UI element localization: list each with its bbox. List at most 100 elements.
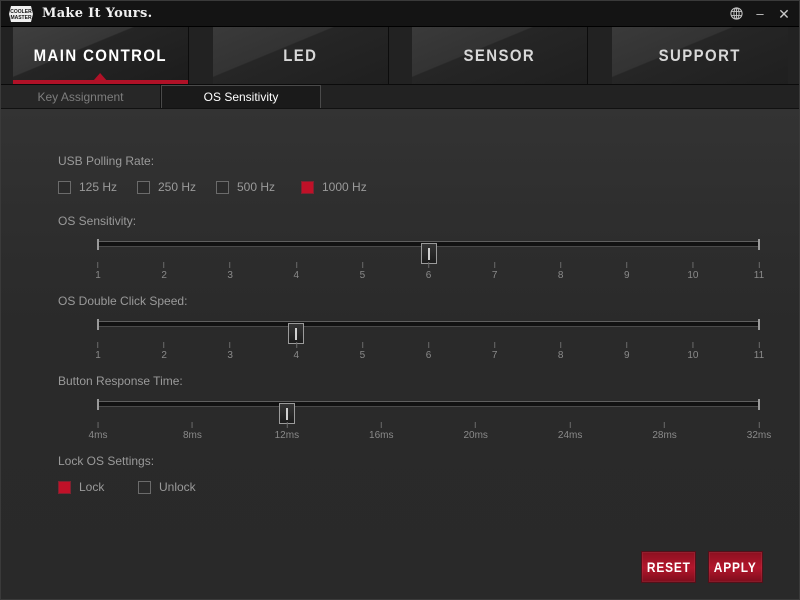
slider-tick-label: 4 [293, 350, 300, 361]
window-controls: – ✕ [725, 3, 795, 25]
checkbox-250hz[interactable] [137, 180, 150, 194]
slider-tick-mark [560, 342, 562, 348]
sub-tab-bar: Key Assignment OS Sensitivity [1, 85, 799, 109]
polling-option-125-label: 125 Hz [79, 180, 118, 194]
os-sensitivity-handle[interactable] [420, 243, 437, 264]
slider-tick-label: 11 [753, 350, 765, 361]
slider-tick-mark [560, 262, 562, 268]
button-response-time-handle[interactable] [278, 403, 295, 424]
slider-tick-label: 4ms [88, 430, 108, 441]
slider-tick: 4ms [88, 422, 108, 441]
checkbox-lock[interactable] [58, 480, 71, 494]
slider-tick-label: 10 [687, 350, 699, 361]
os-sensitivity-section: OS Sensitivity: 1 2 3 4 5 6 7 8 9 10 11 [58, 214, 764, 281]
slider-tick-mark [97, 342, 99, 348]
double-click-speed-track[interactable] [97, 319, 760, 344]
slider-tick-mark [428, 342, 429, 348]
tab-support-label: SUPPORT [658, 45, 741, 65]
tab-sensor[interactable]: SENSOR [411, 27, 588, 84]
double-click-speed-label: OS Double Click Speed: [58, 294, 188, 308]
application-window: COOLER MASTER Make It Yours. – ✕ MAIN CO… [0, 0, 800, 600]
button-response-time-slider[interactable]: 4ms 8ms 12ms 16ms 20ms 24ms 28ms 32ms [58, 392, 771, 441]
slider-tick-mark [361, 262, 363, 268]
polling-option-1000[interactable]: 1000 Hz [301, 180, 367, 194]
slider-tick-mark [758, 422, 760, 428]
slider-tick-mark [692, 262, 694, 268]
slider-tick-label: 16ms [369, 430, 394, 441]
close-button[interactable]: ✕ [773, 3, 795, 25]
slider-tick-mark [475, 422, 477, 428]
checkbox-unlock[interactable] [138, 480, 151, 494]
polling-option-500-label: 500 Hz [237, 180, 276, 194]
slider-tick-mark [758, 262, 760, 268]
subtab-key-assignment[interactable]: Key Assignment [1, 85, 161, 108]
tab-main-control[interactable]: MAIN CONTROL [12, 27, 189, 84]
subtab-os-sensitivity[interactable]: OS Sensitivity [161, 85, 321, 108]
slider-tick: 20ms [463, 422, 488, 441]
slider-tick-label: 1 [95, 270, 101, 281]
slider-tick-label: 2 [161, 350, 167, 361]
tab-support[interactable]: SUPPORT [611, 27, 788, 84]
minimize-button[interactable]: – [749, 3, 771, 25]
track-cap-right [758, 239, 760, 250]
svg-text:MASTER: MASTER [10, 15, 32, 21]
os-sensitivity-slider[interactable]: 1 2 3 4 5 6 7 8 9 10 11 [58, 232, 764, 281]
checkbox-125hz[interactable] [58, 180, 71, 194]
action-buttons: RESET APPLY [641, 551, 763, 583]
os-sensitivity-label: OS Sensitivity: [58, 214, 137, 228]
slider-tick: 1 [95, 262, 101, 281]
track-cap-left [97, 319, 99, 330]
unlock-option-label: Unlock [159, 480, 196, 494]
slider-tick: 8ms [183, 422, 202, 441]
apply-button[interactable]: APPLY [708, 551, 763, 583]
app-title: Make It Yours. [42, 6, 153, 21]
slider-tick-mark [163, 342, 165, 348]
tab-led[interactable]: LED [212, 27, 389, 84]
slider-tick: 9 [624, 342, 630, 361]
slider-tick-label: 7 [491, 270, 498, 281]
slider-tick: 3 [227, 262, 233, 281]
os-sensitivity-ticks: 1 2 3 4 5 6 7 8 9 10 11 [95, 262, 764, 282]
slider-tick-mark [286, 422, 288, 428]
lock-option[interactable]: Lock [58, 480, 138, 494]
slider-tick-label: 8 [557, 270, 564, 281]
checkbox-500hz[interactable] [216, 180, 229, 194]
reset-button[interactable]: RESET [641, 551, 696, 583]
slider-tick-label: 1 [95, 350, 101, 361]
polling-option-125[interactable]: 125 Hz [58, 180, 137, 194]
slider-tick: 11 [754, 342, 764, 361]
slider-tick: 10 [687, 342, 698, 361]
slider-tick-mark [295, 342, 297, 348]
slider-tick-mark [569, 422, 571, 428]
polling-option-250[interactable]: 250 Hz [137, 180, 216, 194]
double-click-speed-ticks: 1 2 3 4 5 6 7 8 9 10 11 [95, 342, 764, 362]
track-cap-right [758, 399, 760, 410]
slider-tick: 4 [293, 342, 300, 361]
slider-tick-mark [229, 262, 231, 268]
slider-tick: 5 [360, 262, 365, 281]
slider-tick-mark [380, 422, 382, 428]
slider-tick: 16ms [369, 422, 394, 441]
os-sensitivity-track[interactable] [97, 239, 760, 264]
polling-option-500[interactable]: 500 Hz [216, 180, 301, 194]
slider-tick-mark [97, 262, 99, 268]
button-response-time-section: Button Response Time: 4ms 8ms 12ms 16ms 20ms… [58, 374, 771, 441]
slider-tick: 32ms [747, 422, 771, 441]
double-click-speed-slider[interactable]: 1 2 3 4 5 6 7 8 9 10 11 [58, 312, 764, 361]
lock-os-settings-section: Lock OS Settings: Lock Unlock [58, 454, 759, 494]
slider-tick: 12ms [275, 422, 299, 441]
globe-icon[interactable] [725, 3, 747, 25]
slider-tick-mark [361, 342, 363, 348]
button-response-time-track[interactable] [97, 399, 760, 424]
tab-led-label: LED [282, 45, 317, 65]
checkbox-1000hz[interactable] [301, 180, 314, 194]
double-click-speed-handle[interactable] [288, 323, 305, 344]
title-bar: COOLER MASTER Make It Yours. – ✕ [1, 1, 799, 27]
slider-tick: 7 [492, 342, 497, 361]
slider-tick: 28ms [652, 422, 677, 441]
slider-tick-label: 12ms [274, 430, 300, 441]
slider-tick: 8 [558, 342, 563, 361]
slider-tick: 7 [491, 262, 498, 281]
unlock-option[interactable]: Unlock [138, 480, 196, 494]
slider-tick-label: 3 [227, 270, 233, 281]
